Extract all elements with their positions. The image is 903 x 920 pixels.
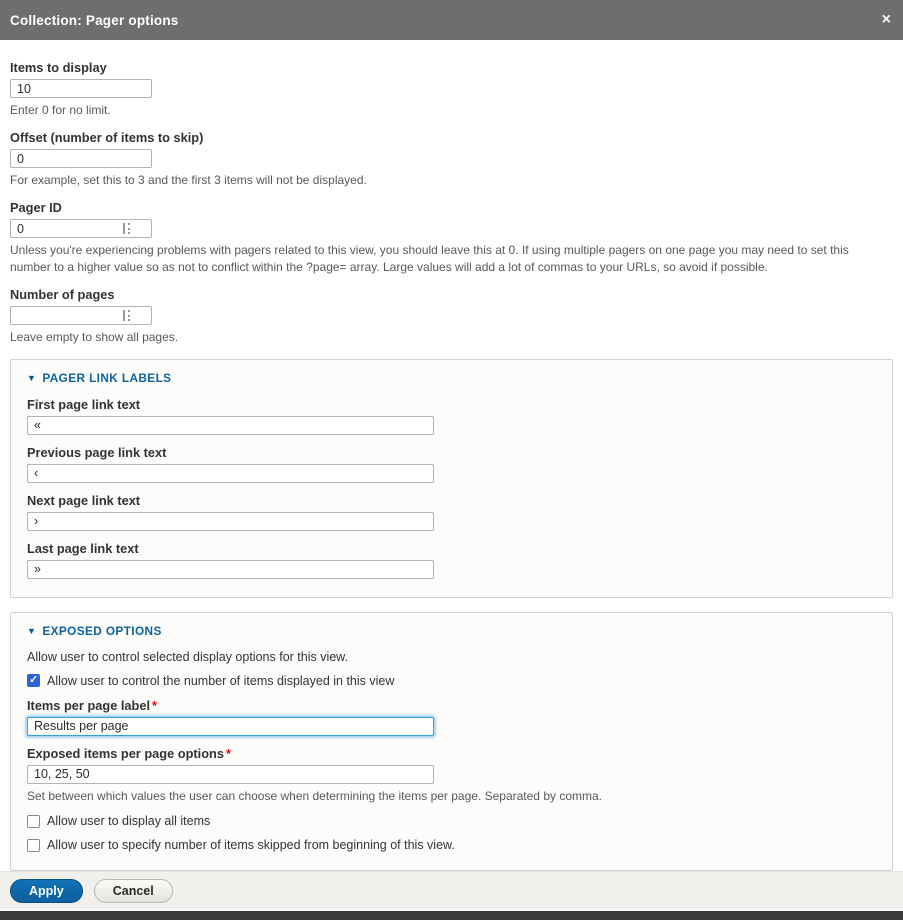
modal-footer: Apply Cancel [0,871,903,909]
required-marker: * [152,698,157,713]
exposed-options-legend[interactable]: ▼ EXPOSED OPTIONS [27,624,162,638]
last-page-link-label: Last page link text [27,541,876,556]
items-to-display-input[interactable] [10,79,152,98]
first-page-link-field: First page link text [27,397,876,435]
items-per-page-label-input[interactable] [27,717,434,736]
number-spinner-icon[interactable] [123,223,130,234]
first-page-link-label: First page link text [27,397,876,412]
modal-title: Collection: Pager options [10,13,179,28]
allow-display-all-row: Allow user to display all items [27,814,876,828]
allow-skip-items-label: Allow user to specify number of items sk… [47,838,455,852]
allow-items-displayed-label: Allow user to control the number of item… [47,674,394,688]
apply-button[interactable]: Apply [10,879,83,903]
allow-display-all-checkbox[interactable] [27,815,40,828]
number-of-pages-input[interactable] [10,306,152,325]
items-to-display-label: Items to display [10,60,893,75]
last-page-link-input[interactable] [27,560,434,579]
pager-options-modal: Collection: Pager options × Items to dis… [0,0,903,920]
modal-header: Collection: Pager options × [0,0,903,40]
pager-link-labels-fieldset: ▼ PAGER LINK LABELS First page link text… [10,359,893,598]
next-page-link-field: Next page link text [27,493,876,531]
items-per-page-label-text: Items per page label [27,698,150,713]
modal-body: Items to display Enter 0 for no limit. O… [0,40,903,871]
pager-link-labels-legend[interactable]: ▼ PAGER LINK LABELS [27,371,171,385]
previous-page-link-label: Previous page link text [27,445,876,460]
exposed-items-options-description: Set between which values the user can ch… [27,788,876,804]
collapse-arrow-icon: ▼ [27,373,36,383]
items-to-display-description: Enter 0 for no limit. [10,102,888,118]
items-per-page-label-field: Items per page label* [27,698,876,736]
allow-display-all-label: Allow user to display all items [47,814,210,828]
offset-field: Offset (number of items to skip) For exa… [10,130,893,188]
allow-items-displayed-row: ✓ Allow user to control the number of it… [27,674,876,688]
pager-id-field: Pager ID Unless you're experiencing prob… [10,200,893,274]
exposed-items-options-label-text: Exposed items per page options [27,746,224,761]
allow-items-displayed-checkbox[interactable]: ✓ [27,674,40,687]
number-of-pages-field: Number of pages Leave empty to show all … [10,287,893,345]
offset-description: For example, set this to 3 and the first… [10,172,888,188]
exposed-options-intro: Allow user to control selected display o… [27,650,876,664]
cancel-button[interactable]: Cancel [94,879,173,903]
allow-skip-items-checkbox[interactable] [27,839,40,852]
allow-skip-items-row: Allow user to specify number of items sk… [27,838,876,852]
pager-id-input[interactable] [10,219,152,238]
number-of-pages-description: Leave empty to show all pages. [10,329,888,345]
pager-id-label: Pager ID [10,200,893,215]
previous-page-link-input[interactable] [27,464,434,483]
last-page-link-field: Last page link text [27,541,876,579]
previous-page-link-field: Previous page link text [27,445,876,483]
number-of-pages-label: Number of pages [10,287,893,302]
first-page-link-input[interactable] [27,416,434,435]
exposed-options-legend-text: EXPOSED OPTIONS [42,624,161,638]
exposed-options-fieldset: ▼ EXPOSED OPTIONS Allow user to control … [10,612,893,871]
offset-input[interactable] [10,149,152,168]
items-to-display-field: Items to display Enter 0 for no limit. [10,60,893,118]
close-icon[interactable]: × [882,12,891,28]
page-background-strip [0,911,903,920]
next-page-link-label: Next page link text [27,493,876,508]
number-spinner-icon[interactable] [123,310,130,321]
exposed-items-options-field: Exposed items per page options* Set betw… [27,746,876,804]
pager-link-labels-legend-text: PAGER LINK LABELS [42,371,171,385]
exposed-items-options-input[interactable] [27,765,434,784]
offset-label: Offset (number of items to skip) [10,130,893,145]
pager-id-description: Unless you're experiencing problems with… [10,242,888,274]
checkmark-icon: ✓ [29,673,38,686]
next-page-link-input[interactable] [27,512,434,531]
collapse-arrow-icon: ▼ [27,626,36,636]
required-marker: * [226,746,231,761]
